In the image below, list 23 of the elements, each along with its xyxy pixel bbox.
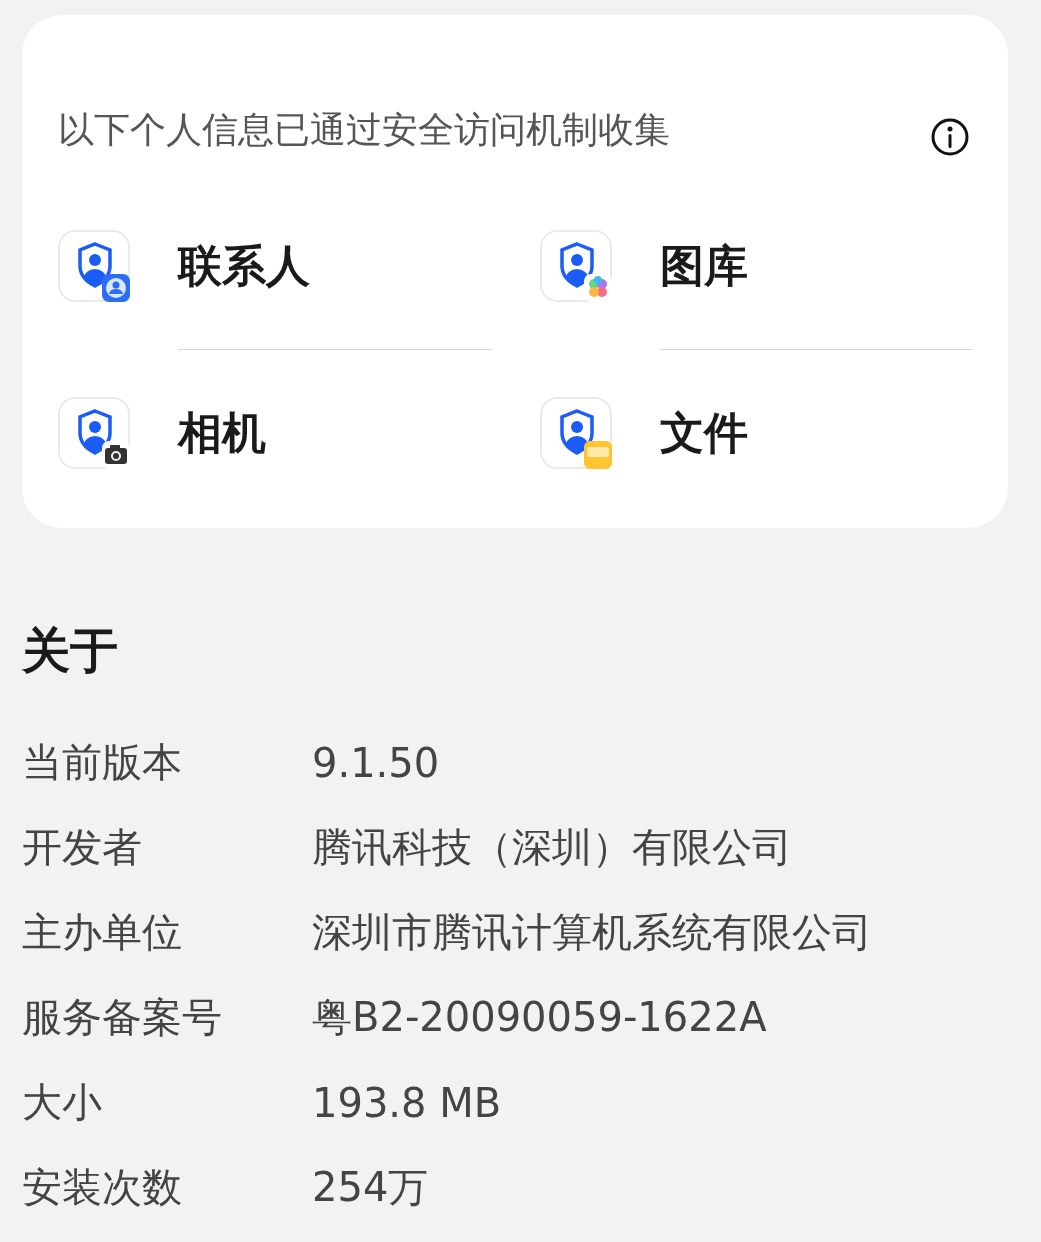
info-label: 当前版本 — [22, 738, 183, 787]
info-icon[interactable] — [930, 117, 970, 157]
permission-label: 联系人 — [178, 238, 310, 293]
info-label: 服务备案号 — [22, 993, 223, 1042]
info-value: 粤B2-20090059-1622A — [312, 993, 767, 1042]
info-value: 193.8 MB — [312, 1079, 502, 1126]
info-label: 大小 — [22, 1078, 103, 1127]
permission-label: 图库 — [659, 238, 748, 293]
info-label: 安装次数 — [22, 1163, 183, 1212]
shield-person-icon — [539, 229, 614, 304]
section-heading: 关于 — [22, 621, 119, 680]
info-label: 开发者 — [22, 823, 143, 872]
info-value: 腾讯科技（深圳）有限公司 — [312, 823, 792, 872]
shield-person-icon — [58, 229, 132, 304]
shield-person-icon — [539, 396, 614, 471]
shield-person-icon — [58, 396, 132, 471]
card-title: 以下个人信息已通过安全访问机制收集 — [58, 108, 670, 152]
info-label: 主办单位 — [22, 908, 183, 957]
permission-label: 相机 — [178, 405, 266, 460]
info-value: 9.1.50 — [312, 739, 440, 786]
info-value: 254万 — [312, 1163, 429, 1212]
permission-label: 文件 — [659, 405, 748, 460]
info-value: 深圳市腾讯计算机系统有限公司 — [312, 908, 872, 957]
